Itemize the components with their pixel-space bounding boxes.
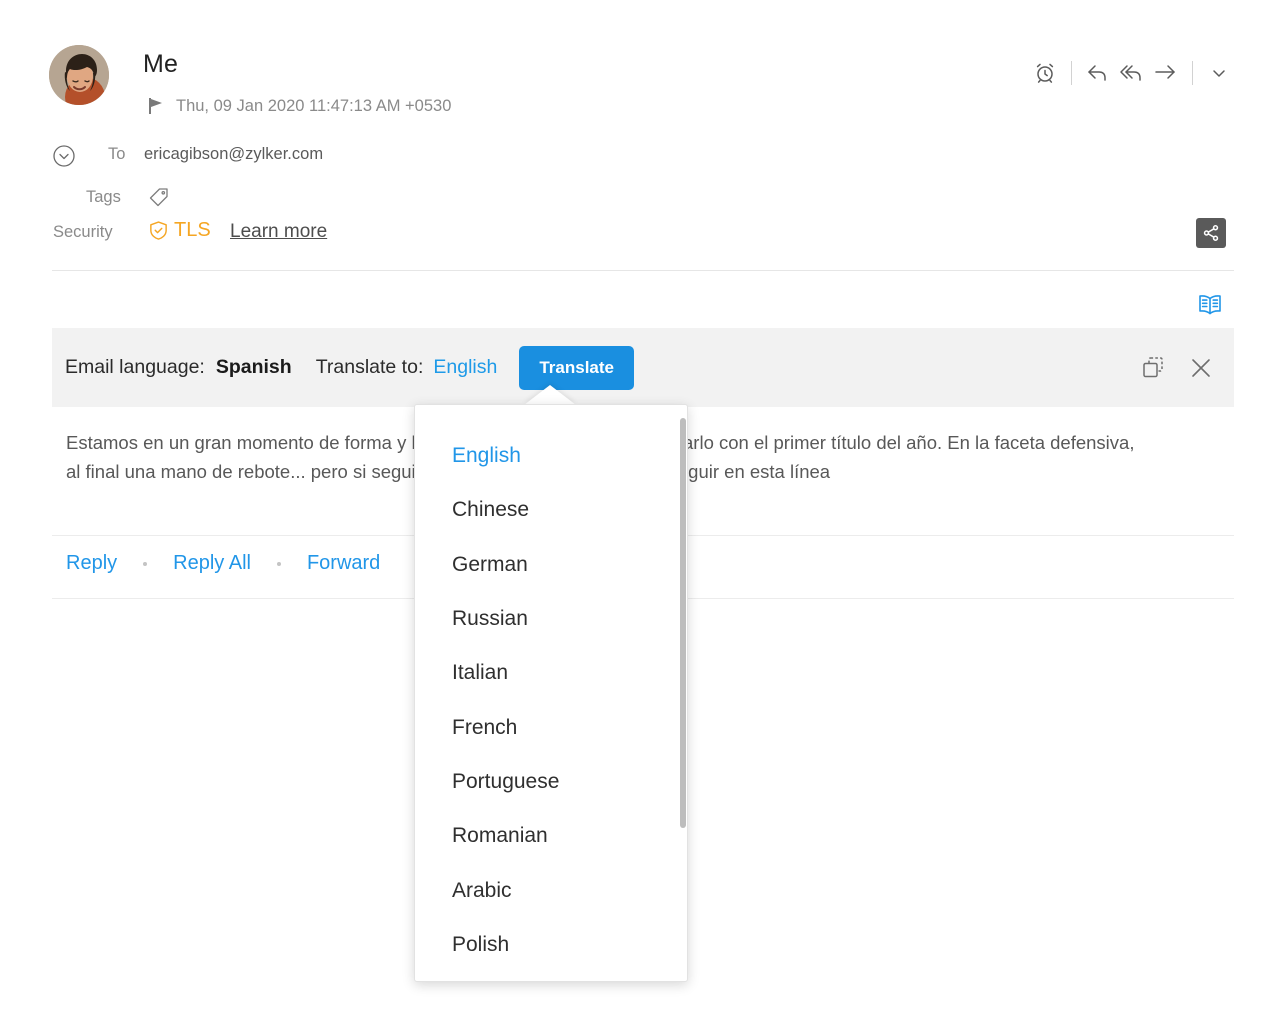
share-button[interactable] [1196, 218, 1226, 248]
language-dropdown: EnglishChineseGermanRussianItalianFrench… [414, 404, 688, 982]
language-option-french[interactable]: French [415, 700, 687, 754]
to-label: To [108, 145, 125, 164]
message-toolbar [1028, 56, 1236, 90]
flag-icon [146, 96, 166, 116]
status-badge: TLS [148, 219, 211, 242]
forward-icon[interactable] [1149, 56, 1183, 90]
separator-dot [277, 562, 281, 566]
language-option-german[interactable]: German [415, 538, 687, 592]
email-reading-pane: Me Thu, 09 Jan 2020 11:47:13 AM +0530 [0, 0, 1280, 1014]
sender-name: Me [143, 50, 178, 79]
reply-all-icon[interactable] [1115, 56, 1149, 90]
translate-bar: Email language: Spanish Translate to: En… [52, 328, 1234, 407]
dropdown-scrollbar-thumb[interactable] [680, 418, 686, 828]
shield-check-icon [148, 220, 169, 241]
chevron-down-icon[interactable] [1202, 56, 1236, 90]
security-label: Security [53, 223, 113, 242]
language-option-chinese[interactable]: Chinese [415, 483, 687, 537]
close-icon[interactable] [1188, 355, 1214, 381]
reading-mode-icon[interactable] [1196, 291, 1224, 319]
learn-more-link[interactable]: Learn more [230, 221, 327, 243]
translate-to-value[interactable]: English [433, 356, 497, 379]
tag-icon[interactable] [148, 186, 170, 208]
email-date: Thu, 09 Jan 2020 11:47:13 AM +0530 [176, 97, 451, 116]
toolbar-divider-2 [1192, 61, 1193, 85]
forward-link[interactable]: Forward [307, 552, 380, 575]
action-links: Reply Reply All Forward [66, 552, 380, 575]
translate-to-label: Translate to: [316, 356, 424, 379]
translate-button[interactable]: Translate [519, 346, 634, 390]
language-option-english[interactable]: English [415, 429, 687, 483]
duplicate-icon[interactable] [1140, 355, 1166, 381]
reply-link[interactable]: Reply [66, 552, 117, 575]
separator-dot [143, 562, 147, 566]
language-list: EnglishChineseGermanRussianItalianFrench… [415, 405, 687, 972]
dropdown-pointer [524, 385, 576, 405]
divider [52, 270, 1234, 271]
language-option-polish[interactable]: Polish [415, 918, 687, 972]
translate-bar-actions [1140, 355, 1234, 381]
avatar [49, 45, 109, 105]
reply-icon[interactable] [1081, 56, 1115, 90]
language-option-italian[interactable]: Italian [415, 646, 687, 700]
security-value: TLS [174, 219, 211, 242]
language-option-arabic[interactable]: Arabic [415, 863, 687, 917]
reply-all-link[interactable]: Reply All [173, 552, 251, 575]
tags-label: Tags [86, 188, 121, 207]
language-option-romanian[interactable]: Romanian [415, 809, 687, 863]
language-option-portuguese[interactable]: Portuguese [415, 755, 687, 809]
toolbar-divider [1071, 61, 1072, 85]
language-option-russian[interactable]: Russian [415, 592, 687, 646]
email-language-label: Email language: [65, 356, 205, 379]
snooze-icon[interactable] [1028, 56, 1062, 90]
to-value[interactable]: ericagibson@zylker.com [144, 145, 323, 164]
expand-details-icon[interactable] [52, 144, 76, 168]
email-language-value: Spanish [216, 356, 292, 379]
